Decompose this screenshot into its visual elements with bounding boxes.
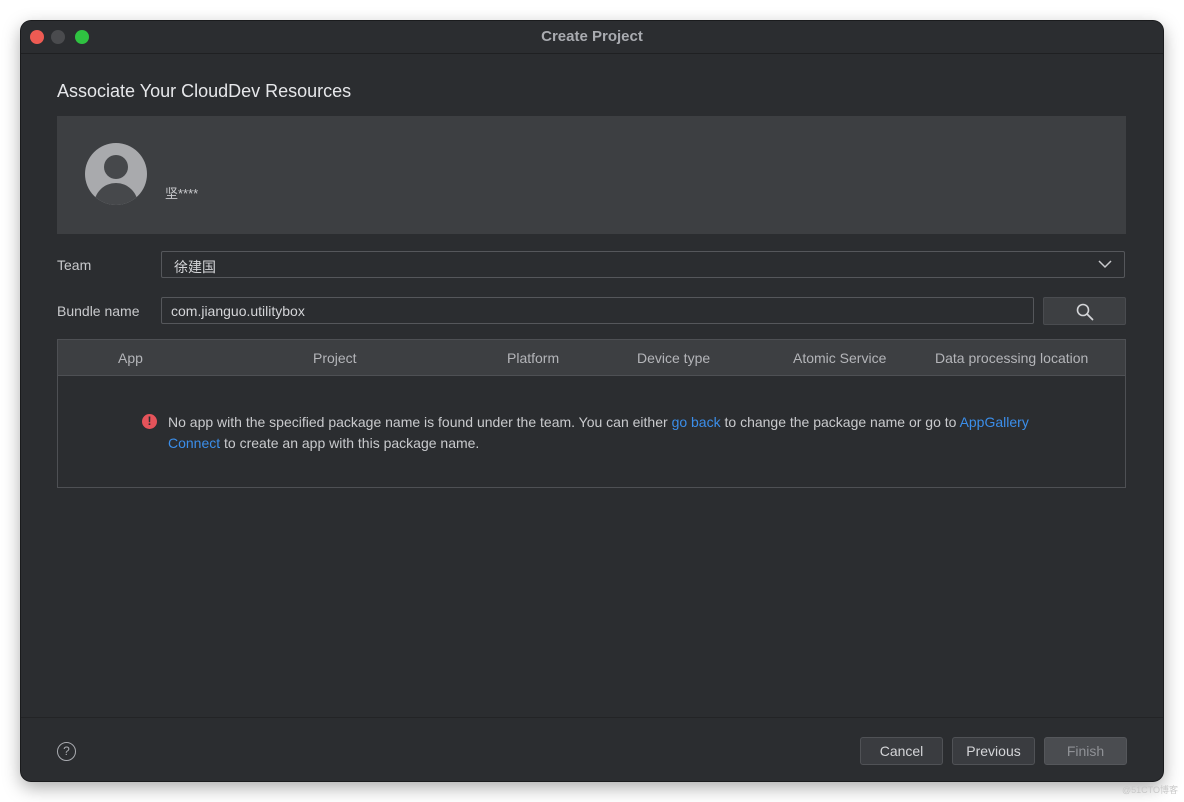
column-header-project[interactable]: Project <box>313 350 357 366</box>
message-text: No app with the specified package name i… <box>168 414 672 430</box>
previous-button[interactable]: Previous <box>952 737 1035 765</box>
empty-state-message: ! No app with the specified package name… <box>142 412 1048 454</box>
bundle-name-label: Bundle name <box>57 303 140 319</box>
title-bar: Create Project <box>21 21 1163 54</box>
help-icon[interactable]: ? <box>57 742 76 761</box>
table-header: App Project Platform Device type Atomic … <box>58 340 1125 376</box>
column-header-device-type[interactable]: Device type <box>637 350 710 366</box>
team-label: Team <box>57 257 92 273</box>
column-header-platform[interactable]: Platform <box>507 350 559 366</box>
team-selected-value: 徐建国 <box>174 259 216 275</box>
avatar-icon <box>85 143 147 205</box>
watermark: @51CTO博客 <box>1122 785 1178 795</box>
error-icon: ! <box>142 414 157 429</box>
column-header-data-processing-location[interactable]: Data processing location <box>935 350 1088 366</box>
page-title: Associate Your CloudDev Resources <box>57 81 352 101</box>
create-project-window: Create Project Associate Your CloudDev R… <box>21 21 1163 781</box>
window-title: Create Project <box>541 28 643 45</box>
column-header-app[interactable]: App <box>118 350 143 366</box>
search-button[interactable] <box>1043 297 1126 325</box>
apps-table: App Project Platform Device type Atomic … <box>57 339 1126 488</box>
chevron-down-icon <box>1098 260 1112 269</box>
finish-button[interactable]: Finish <box>1044 737 1127 765</box>
bundle-name-input[interactable] <box>161 297 1034 324</box>
search-icon <box>1076 303 1094 321</box>
dialog-footer: ? Cancel Previous Finish <box>21 717 1163 781</box>
column-header-atomic-service[interactable]: Atomic Service <box>793 350 886 366</box>
message-text: to change the package name or go to <box>720 414 960 430</box>
go-back-link[interactable]: go back <box>672 414 721 430</box>
team-dropdown[interactable]: 徐建国 <box>161 251 1125 278</box>
account-panel: 坚**** <box>57 116 1126 234</box>
account-name: 坚**** <box>165 186 199 201</box>
cancel-button[interactable]: Cancel <box>860 737 943 765</box>
message-text: to create an app with this package name. <box>220 435 480 451</box>
